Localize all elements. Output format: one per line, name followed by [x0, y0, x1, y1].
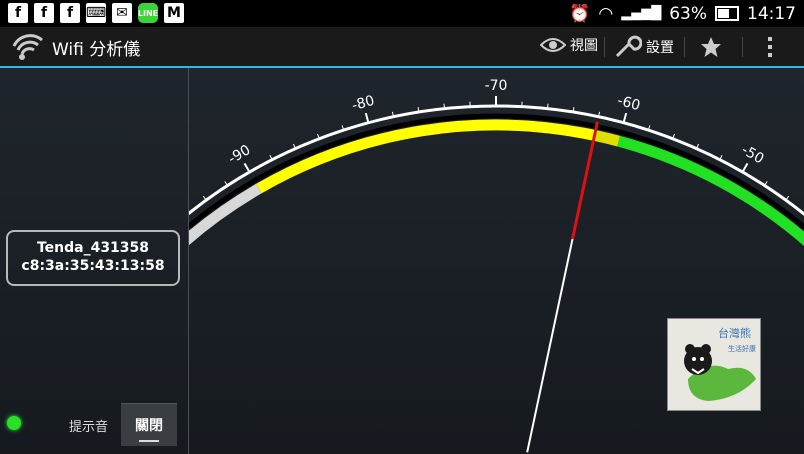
main-panel: Tenda_431358 c8:3a:35:43:13:58 提示音 關閉 -1… — [0, 68, 804, 454]
star-icon[interactable] — [700, 36, 722, 58]
gauge-tick-label: -90 — [226, 142, 254, 167]
gauge-tick — [364, 112, 370, 124]
svg-text:生活好康: 生活好康 — [728, 344, 756, 353]
message-icon: ✉ — [112, 3, 132, 23]
gauge-tick-label: -70 — [485, 78, 508, 94]
sound-label: 提示音 — [69, 420, 109, 435]
gauge-needle — [526, 121, 599, 453]
action-bar: Wifi 分析儀 視圖 設置 — [0, 27, 804, 68]
gauge-tick — [243, 162, 251, 173]
view-label: 視圖 — [570, 38, 598, 54]
access-point-selector[interactable]: Tenda_431358 c8:3a:35:43:13:58 — [6, 230, 180, 286]
notification-icons: f f f ⌨ ✉ LINE M — [8, 3, 184, 23]
clock: 14:17 — [747, 3, 796, 24]
app-title: Wifi 分析儀 — [52, 40, 141, 60]
signal-icon: ▂▄▆█ — [621, 6, 662, 21]
settings-button[interactable]: 設置 — [614, 35, 674, 59]
facebook-icon: f — [34, 3, 54, 23]
status-led-icon — [7, 416, 21, 430]
battery-icon — [715, 6, 739, 21]
wifi-app-icon[interactable] — [10, 32, 46, 62]
svg-text:台灣熊: 台灣熊 — [718, 326, 751, 340]
gauge-tick — [443, 103, 445, 109]
line-icon: LINE — [138, 3, 158, 23]
facebook-icon: f — [8, 3, 28, 23]
gauge-zone-2 — [593, 129, 621, 147]
eye-icon — [540, 38, 566, 52]
ap-mac: c8:3a:35:43:13:58 — [21, 258, 165, 274]
wrench-icon — [615, 35, 642, 58]
gauge-zone-1 — [256, 119, 596, 194]
status-bar: f f f ⌨ ✉ LINE M ⏰ ◠ ▂▄▆█ 63% 14:17 — [0, 0, 804, 27]
wifi-status-icon: ◠ — [598, 3, 614, 24]
status-right: ⏰ ◠ ▂▄▆█ 63% 14:17 — [569, 3, 796, 24]
gauge-tick — [741, 162, 749, 173]
gauge-tick-label: -80 — [350, 93, 376, 114]
keyboard-icon: ⌨ — [85, 3, 107, 23]
sound-toggle-button[interactable]: 關閉 — [121, 403, 177, 446]
settings-label: 設置 — [646, 40, 674, 56]
facebook-icon: f — [60, 3, 80, 23]
separator — [684, 37, 685, 57]
gauge-zones — [189, 104, 804, 247]
gauge-tick — [622, 112, 628, 124]
gmail-icon: M — [164, 3, 184, 23]
gauge-tick-label: -50 — [739, 142, 767, 167]
needle-shaft — [526, 238, 574, 453]
gauge-outline-dark — [189, 113, 804, 231]
gauge-tick-label: -60 — [616, 93, 642, 114]
needle-tip — [571, 121, 599, 240]
separator — [604, 37, 605, 57]
battery-percent: 63% — [669, 3, 707, 24]
gauge-tick — [547, 103, 549, 109]
sound-toggle-label: 關閉 — [135, 418, 163, 434]
overflow-menu-icon[interactable] — [766, 36, 774, 58]
view-button[interactable]: 視圖 — [540, 35, 598, 55]
separator — [742, 37, 743, 57]
alarm-icon: ⏰ — [569, 3, 591, 24]
ap-ssid: Tenda_431358 — [36, 240, 150, 256]
watermark-logo: 台灣熊 生活好康 — [667, 318, 761, 411]
